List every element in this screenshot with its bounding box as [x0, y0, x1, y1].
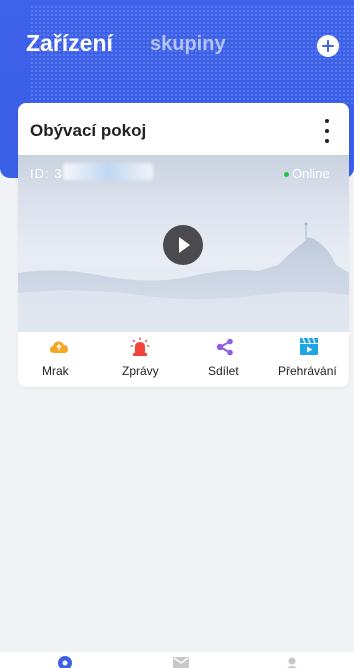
bottom-navigation: [0, 652, 354, 668]
device-id: ID: 3: [30, 166, 63, 181]
action-messages[interactable]: Zprávy: [110, 332, 170, 387]
share-icon: [216, 338, 233, 356]
action-playback[interactable]: Přehrávání: [276, 332, 344, 387]
action-label: Přehrávání: [278, 364, 337, 378]
add-device-button[interactable]: [317, 35, 339, 57]
status-text: Online: [292, 166, 330, 181]
action-label: Mrak: [42, 364, 69, 378]
status-dot: [284, 172, 289, 178]
action-label: Zprávy: [122, 364, 159, 378]
tab-devices[interactable]: Zařízení: [26, 30, 113, 57]
alarm-siren-icon: [130, 337, 150, 356]
tab-groups[interactable]: skupiny: [150, 33, 226, 56]
action-cloud[interactable]: Mrak: [34, 332, 84, 387]
playback-clapperboard-icon: [300, 337, 318, 355]
profile-icon[interactable]: [285, 655, 299, 668]
device-actions: Mrak Zprávy Sdílet Přehrávání: [18, 332, 349, 387]
more-vertical-icon[interactable]: [321, 117, 333, 145]
action-label: Sdílet: [208, 364, 239, 378]
device-icon[interactable]: [57, 655, 73, 668]
device-id-redaction: [63, 163, 153, 180]
messages-icon[interactable]: [172, 655, 190, 668]
action-share[interactable]: Sdílet: [200, 332, 250, 387]
status-badge: Online: [284, 166, 330, 181]
device-name: Obývací pokoj: [30, 121, 147, 140]
camera-preview[interactable]: ID: 3 Online: [18, 155, 349, 332]
play-button[interactable]: [163, 225, 203, 265]
cloud-icon: [50, 341, 68, 353]
device-card[interactable]: Obývací pokoj ID: 3 Online Mrak Zprávy S…: [18, 103, 349, 387]
